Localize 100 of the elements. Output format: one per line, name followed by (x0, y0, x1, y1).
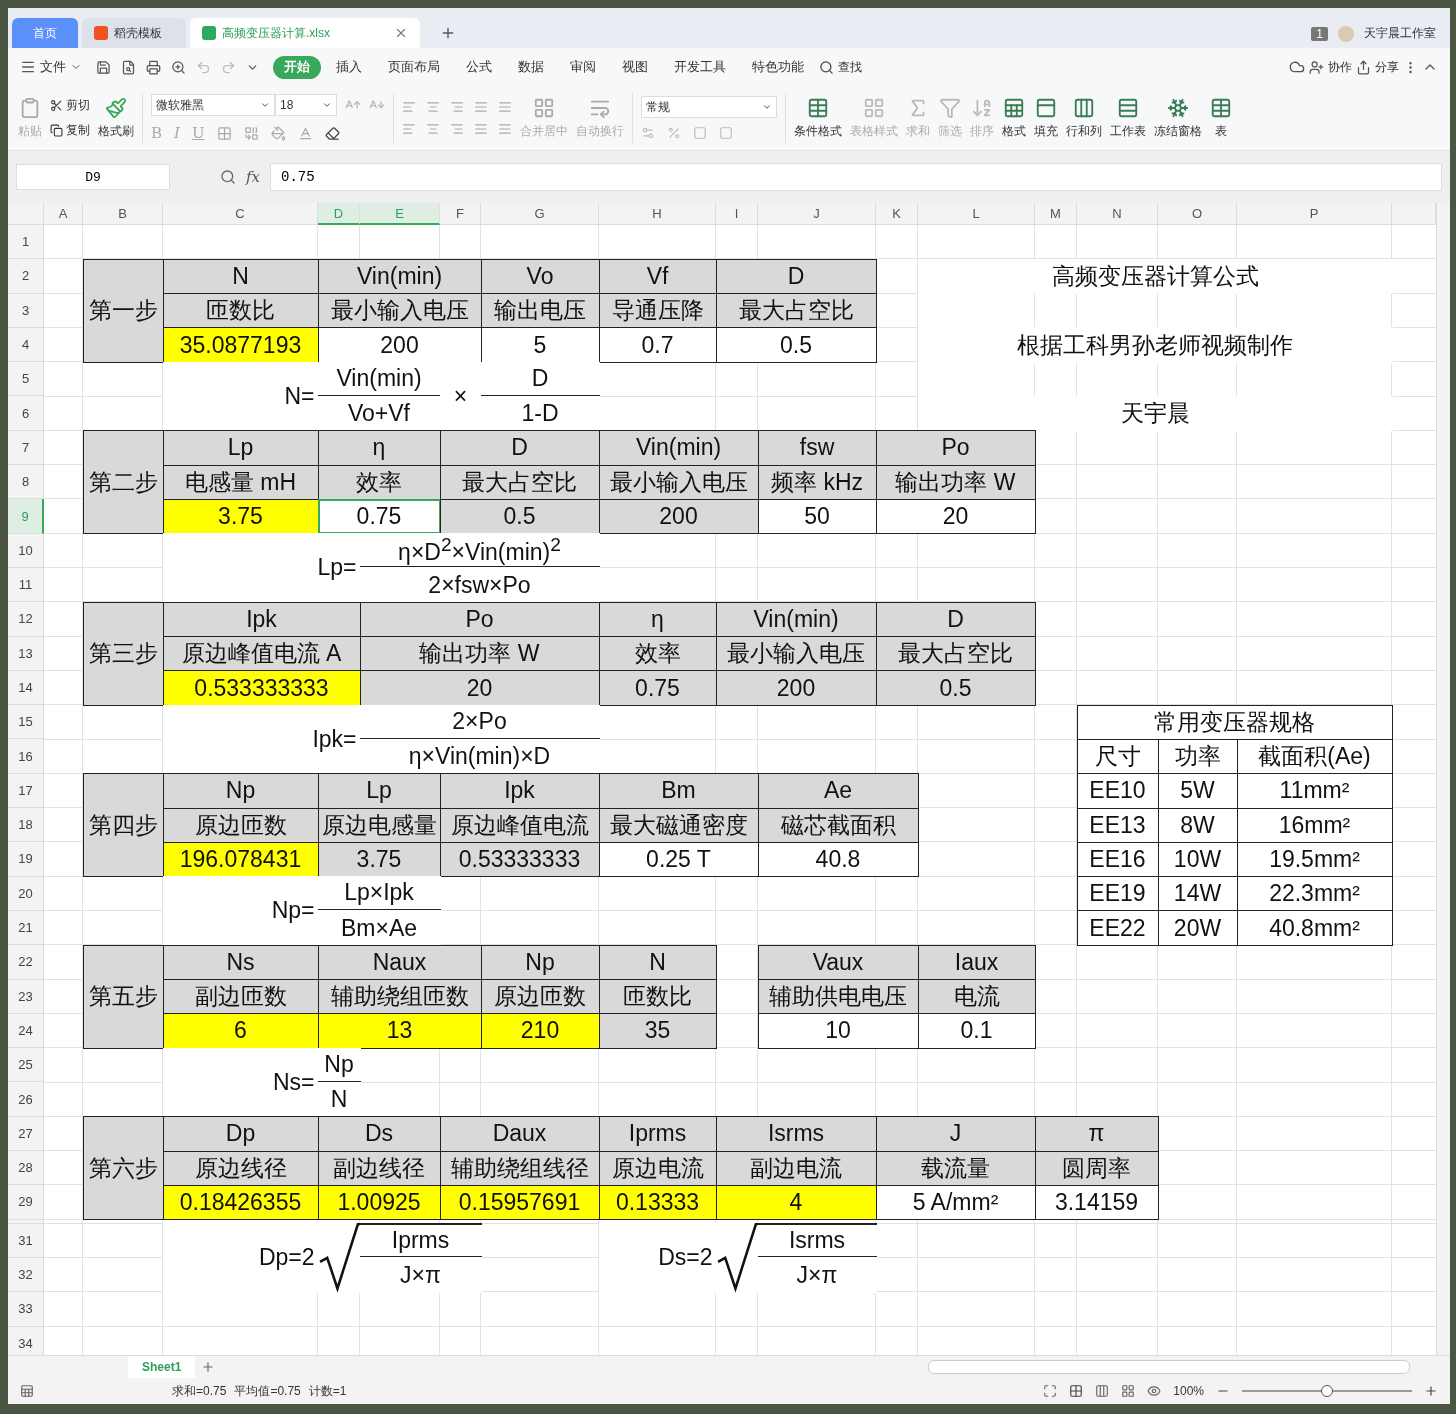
account-name[interactable]: 天宇晨工作室 (1364, 25, 1436, 42)
ribbon-tab[interactable]: 数据 (507, 55, 555, 79)
table-cell[interactable]: 匝数比 (162, 293, 319, 329)
column-header[interactable]: J (758, 203, 876, 225)
zoom-in-icon[interactable] (1424, 1384, 1438, 1398)
table-cell[interactable]: 20W (1157, 910, 1238, 946)
row-header[interactable]: 24 (8, 1013, 44, 1049)
column-header[interactable]: O (1158, 203, 1237, 225)
normal-view-icon[interactable] (1069, 1384, 1084, 1398)
toolbar-button[interactable]: 工作表 (1110, 96, 1146, 140)
row-header[interactable]: 29 (8, 1185, 44, 1220)
table-cell[interactable]: Ipk (439, 773, 600, 809)
row-header[interactable]: 28 (8, 1151, 44, 1186)
row-header[interactable]: 7 (8, 430, 44, 466)
table-cell[interactable]: Ae (757, 773, 919, 809)
search-icon[interactable] (819, 59, 834, 75)
row-header[interactable]: 13 (8, 636, 44, 671)
table-cell[interactable]: 第一步 (82, 258, 164, 363)
table-cell[interactable]: 3.75 (162, 498, 319, 535)
table-cell[interactable]: Vaux (757, 944, 919, 981)
page-break-icon[interactable] (1095, 1384, 1110, 1398)
zoom-level[interactable]: 100% (1173, 1384, 1204, 1398)
table-cell[interactable]: 原边峰值电流 (439, 807, 600, 843)
user-icon[interactable] (1309, 59, 1324, 75)
table-cell[interactable]: 输出功率 W (875, 464, 1036, 500)
table-cell[interactable]: Ipk (162, 601, 361, 638)
eye-icon[interactable] (1147, 1384, 1162, 1398)
table-cell[interactable]: 210 (480, 1013, 600, 1049)
column-header[interactable]: M (1035, 203, 1077, 225)
table-cell[interactable]: 0.5 (439, 498, 600, 535)
table-cell[interactable]: 200 (317, 327, 482, 363)
table-cell[interactable]: Vin(min) (715, 601, 877, 638)
select-all-corner[interactable] (8, 203, 44, 225)
horizontal-scrollbar[interactable] (928, 1360, 1410, 1374)
table-cell[interactable]: Vf (598, 258, 717, 295)
row-header[interactable]: 16 (8, 739, 44, 774)
column-header[interactable]: P (1237, 203, 1392, 225)
ribbon-tab[interactable]: 审阅 (559, 55, 607, 79)
table-cell[interactable]: EE10 (1076, 773, 1159, 809)
table-cell[interactable]: 0.15957691 (439, 1184, 600, 1221)
table-cell[interactable]: 4 (715, 1184, 877, 1221)
row-header[interactable]: 10 (8, 533, 44, 568)
table-cell[interactable]: Isrms (715, 1116, 877, 1152)
toolbar-button[interactable]: 条件格式 (794, 96, 842, 140)
percent-icon[interactable] (667, 126, 681, 140)
menu-icon[interactable] (20, 59, 36, 75)
table-cell[interactable]: 196.078431 (162, 841, 319, 878)
row-header[interactable]: 11 (8, 567, 44, 603)
toolbar-button[interactable]: 格式 (1002, 96, 1026, 140)
table-cell[interactable]: 3.75 (317, 841, 441, 878)
layout-icon[interactable] (1121, 1384, 1136, 1398)
table-cell[interactable]: 磁芯截面积 (757, 807, 919, 843)
table-cell[interactable]: π (1034, 1116, 1159, 1152)
table-cell[interactable]: 辅助绕组线径 (439, 1150, 600, 1186)
table-cell[interactable]: EE13 (1076, 807, 1159, 843)
table-cell[interactable]: Naux (317, 944, 482, 981)
table-cell[interactable]: 原边电感量 (317, 807, 441, 843)
table-cell[interactable]: 电感量 mH (162, 464, 319, 500)
row-header[interactable]: 3 (8, 293, 44, 328)
table-cell[interactable]: 50 (757, 498, 877, 535)
column-header[interactable]: H (599, 203, 716, 225)
table-cell[interactable]: 匝数比 (598, 979, 717, 1015)
row-header[interactable]: 31 (8, 1223, 44, 1258)
table-cell[interactable]: N (598, 944, 717, 981)
cell-style-icon[interactable] (243, 125, 259, 141)
ribbon-tab[interactable]: 开发工具 (663, 55, 737, 79)
table-cell[interactable]: D (715, 258, 877, 295)
table-cell[interactable]: Ds (317, 1116, 441, 1152)
slider-thumb[interactable] (1321, 1385, 1333, 1397)
row-header[interactable]: 17 (8, 773, 44, 809)
column-header[interactable]: B (83, 203, 163, 225)
toolbar-button[interactable]: 填充 (1034, 96, 1058, 140)
table-cell[interactable]: 0.7 (598, 327, 717, 363)
table-cell[interactable]: η (317, 430, 441, 466)
table-cell[interactable]: 原边线径 (162, 1150, 319, 1186)
table-cell[interactable]: 200 (715, 670, 877, 706)
table-cell[interactable]: 5W (1157, 773, 1238, 809)
align-icon[interactable] (498, 122, 512, 136)
preview-icon[interactable] (171, 59, 186, 75)
document-tab[interactable]: 稻壳模板 (82, 18, 186, 48)
row-header[interactable]: 5 (8, 362, 44, 397)
table-cell[interactable]: 原边峰值电流 A (162, 636, 361, 672)
row-header[interactable]: 33 (8, 1292, 44, 1327)
table-cell[interactable]: 40.8mm² (1236, 910, 1393, 946)
table-cell[interactable]: 0.75 (598, 670, 717, 706)
eraser-icon[interactable] (324, 125, 340, 141)
table-cell[interactable]: 35 (598, 1013, 717, 1049)
table-cell[interactable]: 副边电流 (715, 1150, 877, 1186)
toolbar-button[interactable]: 行和列 (1066, 96, 1102, 140)
table-cell[interactable]: 0.1 (917, 1013, 1036, 1049)
align-icon[interactable] (474, 122, 488, 136)
table-cell[interactable]: 第三步 (82, 601, 164, 706)
ribbon-tab[interactable]: 公式 (455, 55, 503, 79)
column-header[interactable]: C (163, 203, 318, 225)
vertical-scrollbar[interactable] (1436, 203, 1450, 1355)
new-tab-icon[interactable] (440, 25, 456, 41)
table-cell[interactable]: 常用变压器规格 (1076, 704, 1393, 740)
table-cell[interactable]: Lp (317, 773, 441, 809)
sheet-status-icon[interactable] (20, 1384, 34, 1398)
table-cell[interactable]: 第五步 (82, 944, 164, 1049)
